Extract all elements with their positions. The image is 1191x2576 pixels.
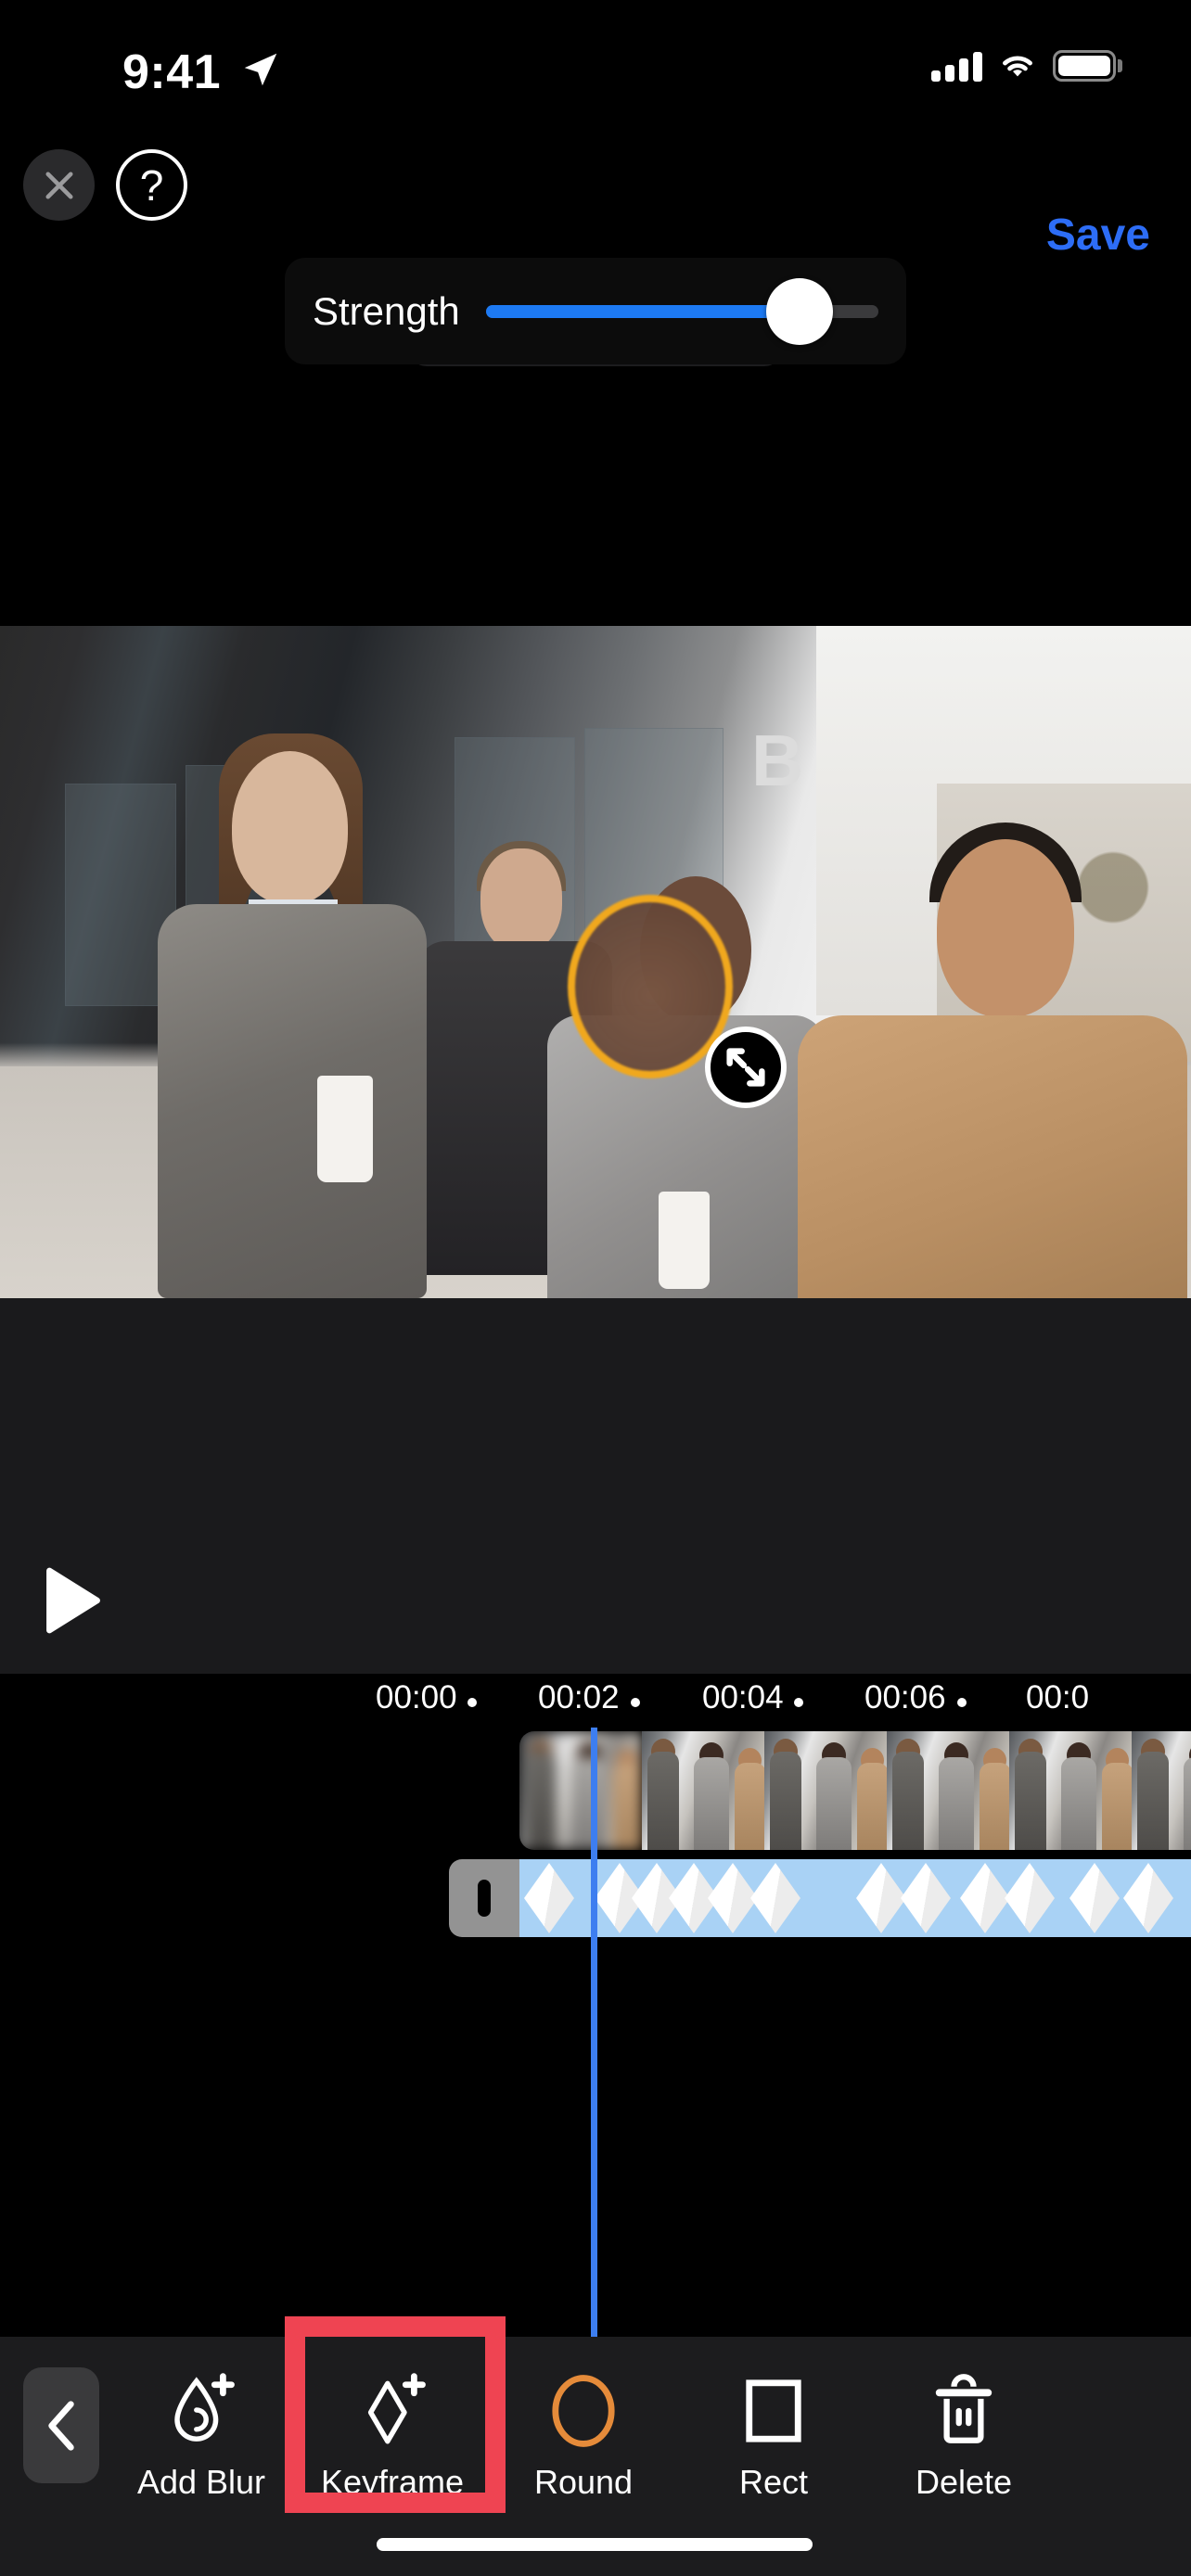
timeline-thumbnail — [1009, 1731, 1132, 1850]
status-bar-indicators — [931, 50, 1122, 82]
cellular-signal-icon — [931, 50, 982, 82]
ruler-tick-dot — [794, 1698, 803, 1707]
tool-delete[interactable]: Delete — [876, 2365, 1052, 2502]
keyframe-track-handle[interactable] — [449, 1859, 519, 1937]
keyframe-marker[interactable] — [1123, 1863, 1173, 1933]
slider-thumb[interactable] — [766, 277, 834, 345]
ruler-tick-label: 00:06 — [864, 1679, 946, 1715]
save-button[interactable]: Save — [1046, 210, 1150, 261]
timeline-thumbnail — [764, 1731, 887, 1850]
keyframe-marker[interactable] — [708, 1863, 758, 1933]
back-button[interactable] — [23, 2367, 99, 2483]
tool-round[interactable]: Round — [495, 2365, 672, 2502]
person-woman — [139, 728, 445, 1298]
tool-rect[interactable]: Rect — [685, 2365, 862, 2502]
keyframe-marker[interactable] — [524, 1863, 574, 1933]
slider-fill — [485, 304, 800, 318]
ruler-tick-label: 00:02 — [538, 1679, 620, 1715]
keyframe-marker[interactable] — [901, 1863, 951, 1933]
tool-label: Rect — [738, 2463, 809, 2501]
ruler-tick-dot — [631, 1698, 640, 1707]
keyframe-marker[interactable] — [1005, 1863, 1055, 1933]
play-button[interactable] — [45, 1567, 102, 1634]
tool-label: Round — [533, 2463, 634, 2501]
resize-diagonal-arrows-icon — [726, 1048, 765, 1087]
top-bar: ? Blur Pixelate Save — [0, 130, 1191, 366]
keyframe-highlight-box — [285, 2316, 506, 2513]
close-x-icon — [45, 171, 73, 199]
video-thumbnail-strip[interactable] — [519, 1731, 1191, 1850]
ruler-tick-dot — [957, 1698, 967, 1707]
video-preview[interactable]: B — [0, 626, 1191, 1298]
timeline[interactable]: 00:00 00:02 00:04 00:06 00:0 — [0, 1674, 1191, 2337]
playhead[interactable] — [591, 1728, 597, 2337]
status-bar: 9:41 — [0, 0, 1191, 130]
chevron-left-icon — [48, 2400, 74, 2451]
droplet-plus-icon — [165, 2365, 237, 2450]
keyframe-marker[interactable] — [750, 1863, 800, 1933]
person-man-right — [798, 802, 1187, 1298]
keyframe-marker[interactable] — [960, 1863, 1010, 1933]
ruler-tick-label: 00:0 — [1026, 1679, 1090, 1715]
timeline-thumbnail — [887, 1731, 1009, 1850]
wifi-icon — [1003, 56, 1032, 77]
resize-handle[interactable] — [705, 1027, 787, 1108]
timeline-thumbnail — [519, 1731, 642, 1850]
timeline-ruler: 00:00 00:02 00:04 00:06 00:0 — [0, 1674, 1191, 1725]
location-arrow-icon — [244, 53, 277, 86]
strength-panel: Strength — [285, 258, 906, 364]
circle-outline-icon — [549, 2365, 618, 2450]
home-indicator — [377, 2538, 813, 2551]
timeline-thumbnail — [642, 1731, 764, 1850]
timeline-thumbnail — [1132, 1731, 1191, 1850]
square-outline-icon — [739, 2365, 808, 2450]
strength-label: Strength — [313, 288, 460, 333]
ruler-tick-label: 00:04 — [702, 1679, 784, 1715]
tool-label: Delete — [915, 2463, 1013, 2501]
ruler-tick-label: 00:00 — [376, 1679, 457, 1715]
help-button[interactable]: ? — [116, 149, 187, 221]
close-button[interactable] — [23, 149, 95, 221]
ruler-tick-dot — [467, 1698, 477, 1707]
app-screen: 9:41 ? Blur Pixelate — [0, 0, 1191, 2576]
trash-icon — [929, 2365, 998, 2450]
keyframe-track[interactable] — [519, 1859, 1191, 1937]
player-area — [0, 1298, 1191, 1674]
status-bar-time: 9:41 — [122, 45, 222, 99]
tool-label: Add Blur — [136, 2463, 266, 2501]
help-label: ? — [139, 160, 164, 210]
battery-full-icon — [1053, 50, 1122, 82]
keyframe-marker[interactable] — [856, 1863, 906, 1933]
tool-add-blur[interactable]: Add Blur — [113, 2365, 289, 2502]
strength-slider[interactable] — [485, 277, 878, 345]
keyframe-marker[interactable] — [1069, 1863, 1120, 1933]
